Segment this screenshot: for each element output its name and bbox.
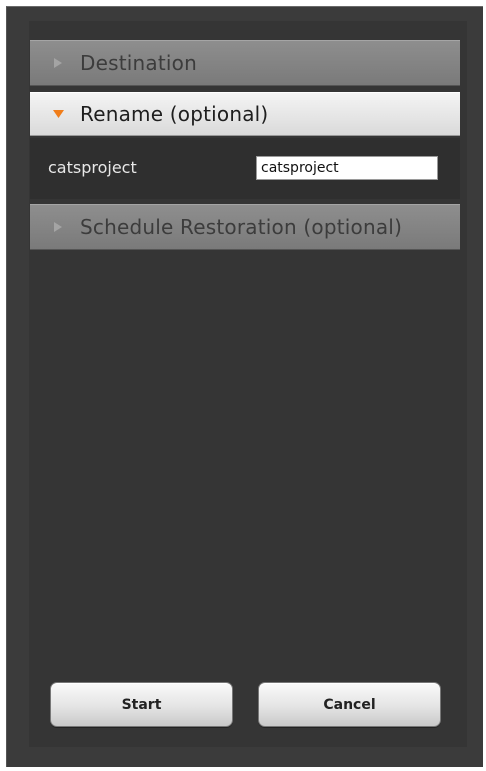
triangle-right-icon: [52, 221, 64, 233]
section-destination-header[interactable]: Destination: [30, 40, 460, 86]
section-schedule-title: Schedule Restoration (optional): [80, 215, 403, 239]
cancel-button[interactable]: Cancel: [258, 682, 441, 727]
section-destination-title: Destination: [80, 51, 197, 75]
triangle-down-icon: [52, 108, 64, 120]
rename-field-label: catsproject: [48, 158, 137, 177]
section-rename-header[interactable]: Rename (optional): [30, 92, 460, 136]
section-rename-body: catsproject: [30, 138, 460, 199]
triangle-right-icon: [52, 57, 64, 69]
window-frame: Destination Rename (optional) catsprojec…: [0, 0, 486, 771]
start-button[interactable]: Start: [50, 682, 233, 727]
rename-input[interactable]: [256, 156, 438, 180]
section-rename-title: Rename (optional): [80, 102, 269, 126]
section-schedule-header[interactable]: Schedule Restoration (optional): [30, 204, 460, 250]
